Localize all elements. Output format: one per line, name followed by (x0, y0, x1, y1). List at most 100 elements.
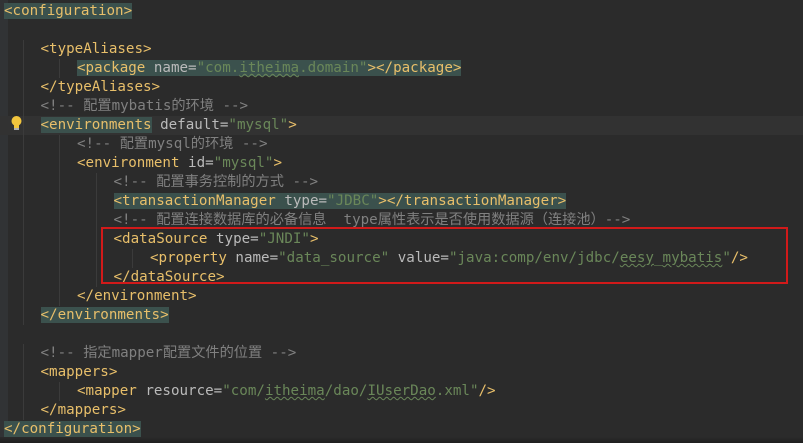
indent-guide (22, 249, 24, 268)
code-line: <!-- 配置mybatis的环境 --> (0, 97, 803, 116)
code-text: <mappers> (41, 363, 118, 382)
code-text: <environment id="mysql"> (77, 154, 282, 173)
code-line: <package name="com.itheima.domain"></pac… (0, 59, 803, 78)
attribute-value: "com/ (222, 383, 265, 399)
lightbulb-icon[interactable] (10, 115, 23, 131)
indent-guide (22, 59, 24, 78)
indent-guide (22, 230, 24, 249)
code-line: </environment> (0, 287, 803, 306)
xml-tag: </environments> (40, 307, 169, 323)
indent-guide (95, 211, 97, 230)
code-line: <environments default="mysql"> (0, 116, 803, 135)
code-text: </mappers> (41, 401, 126, 420)
xml-tag: </environment> (77, 288, 197, 304)
indent-guide (59, 192, 60, 211)
code-line: </typeAliases> (0, 78, 803, 97)
code-text: <transactionManager type="JDBC"></transa… (113, 192, 567, 211)
attribute-value: "mysql" (228, 117, 289, 133)
indent-guide (22, 268, 24, 287)
xml-tag: > (288, 117, 297, 133)
attribute-value: "com. (196, 60, 240, 76)
indent-guide (59, 173, 60, 192)
window-bottom-edge (0, 437, 803, 443)
indent-guide (22, 363, 24, 382)
xml-tag: > (273, 155, 283, 171)
indent-guide (95, 173, 97, 192)
attribute-name: name= (145, 60, 197, 76)
indent-guide (95, 192, 97, 211)
indent-guide (22, 40, 24, 59)
indent-guide (59, 154, 60, 173)
code-text: <!-- 配置mysql的环境 --> (77, 135, 268, 154)
attribute-name: type= (275, 193, 328, 209)
code-text: <typeAliases> (41, 40, 152, 59)
xml-tag: </configuration> (4, 421, 141, 437)
indent-guide (95, 249, 97, 268)
xml-comment: <!-- 配置mybatis的环境 --> (40, 98, 249, 114)
code-text: <!-- 配置事务控制的方式 --> (114, 173, 319, 192)
annotation-highlight-box (101, 227, 788, 284)
indent-guide (95, 268, 97, 287)
code-line: <mapper resource="com/itheima/dao/IUserD… (0, 382, 803, 401)
indent-guide (22, 78, 24, 97)
code-line: <transactionManager type="JDBC"></transa… (0, 192, 803, 211)
indent-guide (22, 344, 24, 363)
code-text: <environments default="mysql"> (40, 116, 297, 135)
indent-guide (22, 306, 24, 325)
xml-tag: <typeAliases> (40, 41, 152, 57)
attribute-value: .domain" (299, 60, 368, 76)
indent-guide (59, 211, 60, 230)
code-line: </mappers> (0, 401, 803, 420)
attribute-value: "mysql" (213, 155, 274, 171)
code-editor[interactable]: <configuration> <typeAliases> <package nam… (0, 0, 803, 443)
code-text: </environments> (40, 306, 169, 325)
indent-guide (22, 382, 24, 401)
attribute-name: default= (151, 117, 229, 133)
xml-tag: </mappers> (40, 402, 126, 418)
code-line: <environment id="mysql"> (0, 154, 803, 173)
indent-guide (59, 249, 60, 268)
attribute-value: IUserDao (367, 383, 436, 399)
indent-guide (22, 192, 24, 211)
xml-tag: <environment (77, 155, 180, 171)
xml-tag: <transactionManager (113, 193, 276, 209)
xml-tag: <mapper (77, 383, 137, 399)
code-text: </environment> (77, 287, 197, 306)
code-text: <!-- 指定mapper配置文件的位置 --> (41, 344, 297, 363)
xml-tag: </typeAliases> (40, 79, 161, 95)
attribute-value: .xml" (435, 383, 479, 399)
attribute-value: "JDBC" (327, 193, 379, 209)
indent-guide (59, 59, 60, 78)
xml-comment: <!-- 配置连接数据库的必备信息 type属性表示是否使用数据源（连接池）--… (113, 212, 631, 228)
indent-guide (59, 287, 60, 306)
code-line: <typeAliases> (0, 40, 803, 59)
attribute-name: id= (179, 155, 214, 171)
xml-tag: <mappers> (40, 364, 118, 380)
xml-tag: /> (478, 383, 496, 399)
attribute-value: /dao/ (324, 383, 368, 399)
xml-tag: ></transactionManager> (378, 193, 567, 209)
attribute-value: itheima (239, 60, 300, 76)
code-line: <configuration> (0, 2, 803, 21)
code-line: <!-- 配置mysql的环境 --> (0, 135, 803, 154)
xml-comment: <!-- 指定mapper配置文件的位置 --> (40, 345, 297, 361)
code-text: <package name="com.itheima.domain"></pac… (77, 59, 462, 78)
xml-comment: <!-- 配置事务控制的方式 --> (113, 174, 319, 190)
xml-tag: <configuration> (4, 3, 133, 19)
code-text: <configuration> (4, 2, 133, 21)
attribute-name: resource= (136, 383, 223, 399)
code-line: <!-- 配置事务控制的方式 --> (0, 173, 803, 192)
code-text: </typeAliases> (41, 78, 161, 97)
indent-guide (59, 230, 60, 249)
attribute-value: itheima (264, 383, 325, 399)
indent-guide (22, 401, 24, 420)
code-text: <mapper resource="com/itheima/dao/IUserD… (77, 382, 496, 401)
indent-guide (59, 135, 60, 154)
indent-guide (22, 173, 24, 192)
indent-guide (22, 154, 24, 173)
code-line: <mappers> (0, 363, 803, 382)
code-line: <!-- 指定mapper配置文件的位置 --> (0, 344, 803, 363)
indent-guide (59, 268, 60, 287)
indent-guide (59, 382, 60, 401)
